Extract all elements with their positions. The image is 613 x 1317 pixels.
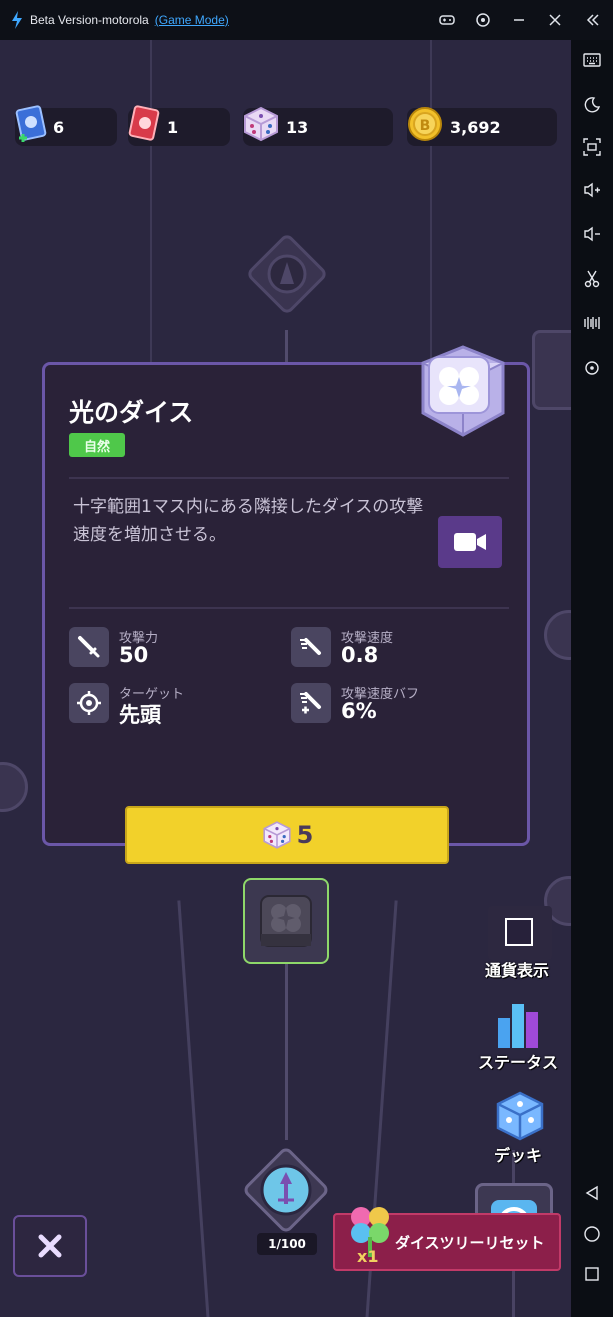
close-icon <box>38 1234 62 1258</box>
blue-card-counter: 6 <box>15 105 117 146</box>
vibrate-icon[interactable] <box>582 313 602 333</box>
game-screen: 6 1 13 B 3,692 光のダイス 自然 十字範囲1マス内にある隣接したダ… <box>0 40 571 1317</box>
status-button[interactable] <box>494 1000 546 1050</box>
edge-tree-node[interactable] <box>0 762 28 812</box>
video-button[interactable] <box>438 516 502 568</box>
divider <box>69 607 509 609</box>
record-icon[interactable] <box>474 11 492 29</box>
close-icon[interactable] <box>546 11 564 29</box>
scissors-icon[interactable] <box>582 269 602 289</box>
red-card-counter: 1 <box>128 105 230 146</box>
divider <box>69 477 509 479</box>
locked-tree-node[interactable] <box>245 232 329 316</box>
keyboard-icon[interactable] <box>582 50 602 70</box>
close-panel-button[interactable] <box>13 1215 87 1277</box>
dice-info-card: 光のダイス 自然 十字範囲1マス内にある隣接したダイスの攻撃速度を増加させる。 … <box>42 345 530 864</box>
dice-count: 13 <box>286 117 309 137</box>
dice-counter: 13 <box>243 106 393 146</box>
recents-icon[interactable] <box>582 1264 602 1284</box>
blue-card-count: 6 <box>53 117 65 137</box>
home-icon[interactable] <box>582 1224 602 1244</box>
gold-coin-counter: B 3,692 <box>407 107 557 146</box>
checkbox[interactable] <box>505 918 533 946</box>
red-card-icon <box>128 105 160 141</box>
deck-button[interactable] <box>494 1090 546 1142</box>
game-mode-link[interactable]: (Game Mode) <box>155 13 229 27</box>
upgrade-buy-button[interactable]: 5 <box>125 806 449 864</box>
light-dice-image <box>421 345 505 437</box>
target-icon <box>69 683 109 723</box>
selected-dice-node[interactable] <box>243 878 329 964</box>
dice-icon <box>244 106 278 142</box>
edge-tree-node[interactable] <box>532 330 571 410</box>
deck-label: デッキ <box>494 1146 543 1165</box>
night-mode-icon[interactable] <box>582 95 602 115</box>
location-icon[interactable] <box>582 358 602 378</box>
locked-light-dice-icon <box>260 895 312 947</box>
attack-speed-value: 0.8 <box>341 643 379 667</box>
collapse-sidebar-icon[interactable] <box>584 11 602 29</box>
svg-text:B: B <box>420 118 431 134</box>
gamepad-icon[interactable] <box>438 11 456 29</box>
attack-speed-icon <box>291 627 331 667</box>
dice-icon <box>263 821 291 849</box>
title-bar: Beta Version-motorola (Game Mode) <box>0 0 613 40</box>
attack-value: 50 <box>119 643 149 667</box>
attack-speed-buff-icon <box>291 683 331 723</box>
buy-cost: 5 <box>296 821 314 849</box>
element-tag: 自然 <box>69 433 125 457</box>
app-logo-icon <box>12 11 22 29</box>
bar-chart-icon <box>498 1004 538 1048</box>
app-name: Beta Version-motorola <box>30 13 149 27</box>
dice-name: 光のダイス <box>69 398 194 427</box>
currency-display-label: 通貨表示 <box>485 961 550 980</box>
red-card-count: 1 <box>167 117 179 137</box>
minimize-icon[interactable] <box>510 11 528 29</box>
blue-card-icon <box>15 105 47 142</box>
edge-tree-node[interactable] <box>544 610 571 660</box>
dice-description: 十字範囲1マス内にある隣接したダイスの攻撃速度を増加させる。 <box>73 497 424 545</box>
deck-dice-icon <box>496 1091 544 1141</box>
status-label: ステータス <box>478 1053 559 1072</box>
sword-icon <box>69 627 109 667</box>
volume-down-icon[interactable] <box>582 224 602 244</box>
back-icon[interactable] <box>582 1183 602 1203</box>
tree-progress: 1/100 <box>257 1233 317 1255</box>
emulator-sidebar <box>571 40 613 1317</box>
screenshot-icon[interactable] <box>582 137 602 157</box>
reset-label: ダイスツリーリセット <box>395 1234 545 1252</box>
target-value: 先頭 <box>119 703 161 727</box>
gold-coin-icon: B <box>408 107 442 141</box>
tree-root-node[interactable] <box>240 1144 332 1236</box>
gold-coin-count: 3,692 <box>450 117 501 137</box>
reset-multiplier: x1 <box>357 1247 379 1266</box>
currency-display-toggle[interactable] <box>488 906 552 960</box>
dice-tree-reset-button[interactable]: x1 ダイスツリーリセット <box>333 1207 561 1271</box>
video-camera-icon <box>454 533 486 551</box>
volume-up-icon[interactable] <box>582 180 602 200</box>
attack-speed-buff-value: 6% <box>341 699 377 723</box>
